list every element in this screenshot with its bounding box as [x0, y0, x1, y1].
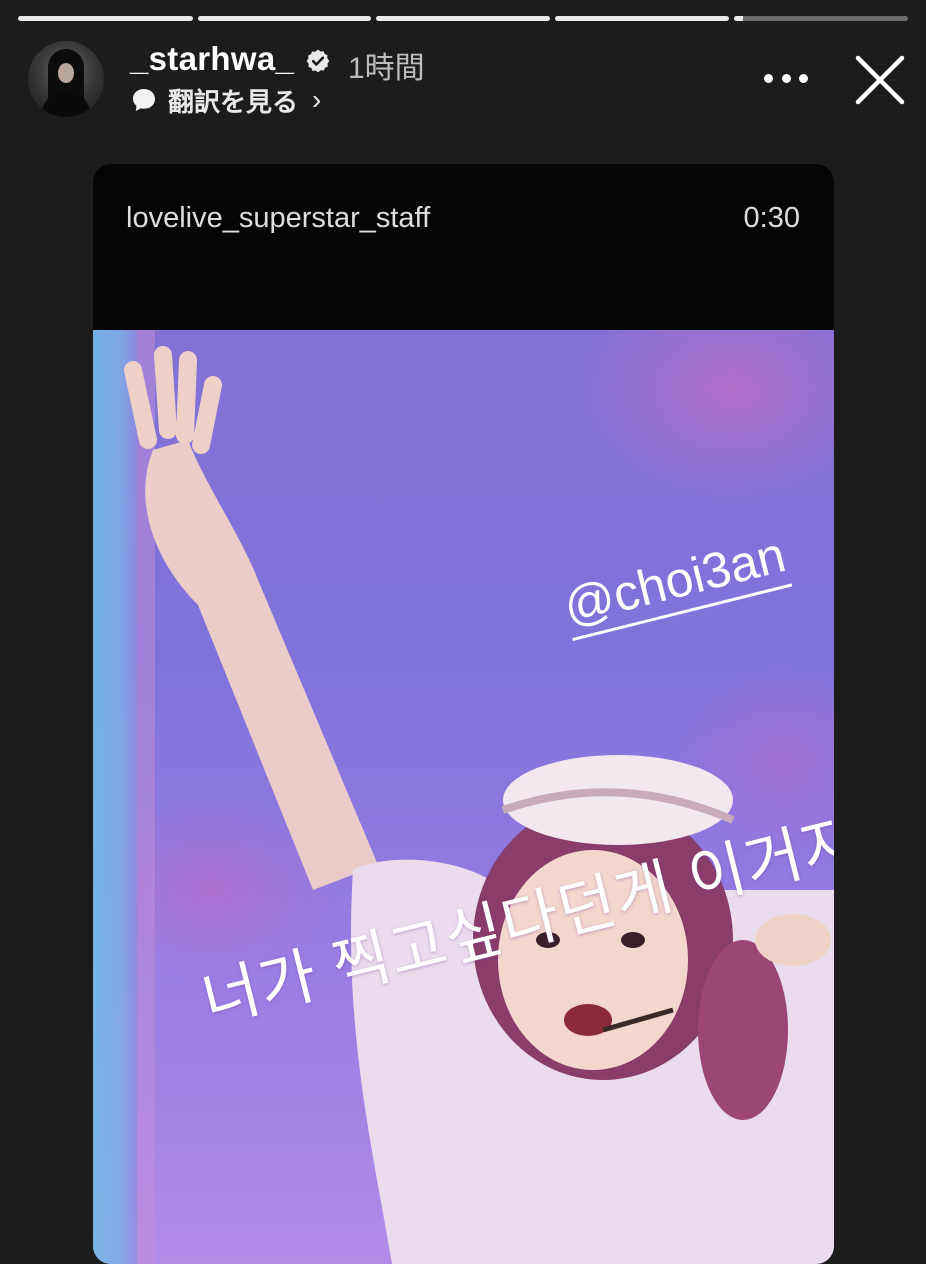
more-options-icon[interactable]	[764, 70, 808, 86]
progress-segment	[18, 16, 193, 21]
progress-segment	[198, 16, 371, 21]
performer-image	[124, 346, 834, 1264]
chevron-right-icon: ›	[312, 84, 322, 115]
shared-post-username[interactable]: lovelive_superstar_staff	[126, 202, 430, 235]
close-icon[interactable]	[852, 52, 908, 108]
video-duration: 0:30	[743, 202, 800, 234]
progress-segment	[376, 16, 550, 21]
see-translation-label: 翻訳を見る	[168, 86, 299, 117]
speech-bubble-icon	[133, 89, 155, 111]
shared-post-card[interactable]: lovelive_superstar_staff 0:30 @choi3an 너…	[93, 164, 834, 1264]
post-time: 1時間	[348, 52, 425, 85]
shared-post-video[interactable]: @choi3an 너가 찍고싶다던게 이거지?	[93, 330, 834, 1264]
verified-badge-icon	[306, 49, 330, 73]
story-progress-bar	[18, 16, 908, 22]
progress-segment	[555, 16, 729, 21]
avatar[interactable]	[28, 41, 104, 117]
progress-segment-active	[734, 16, 908, 21]
see-translation-button[interactable]: 翻訳を見る ›	[130, 84, 322, 117]
username[interactable]: _starhwa_	[130, 40, 294, 78]
